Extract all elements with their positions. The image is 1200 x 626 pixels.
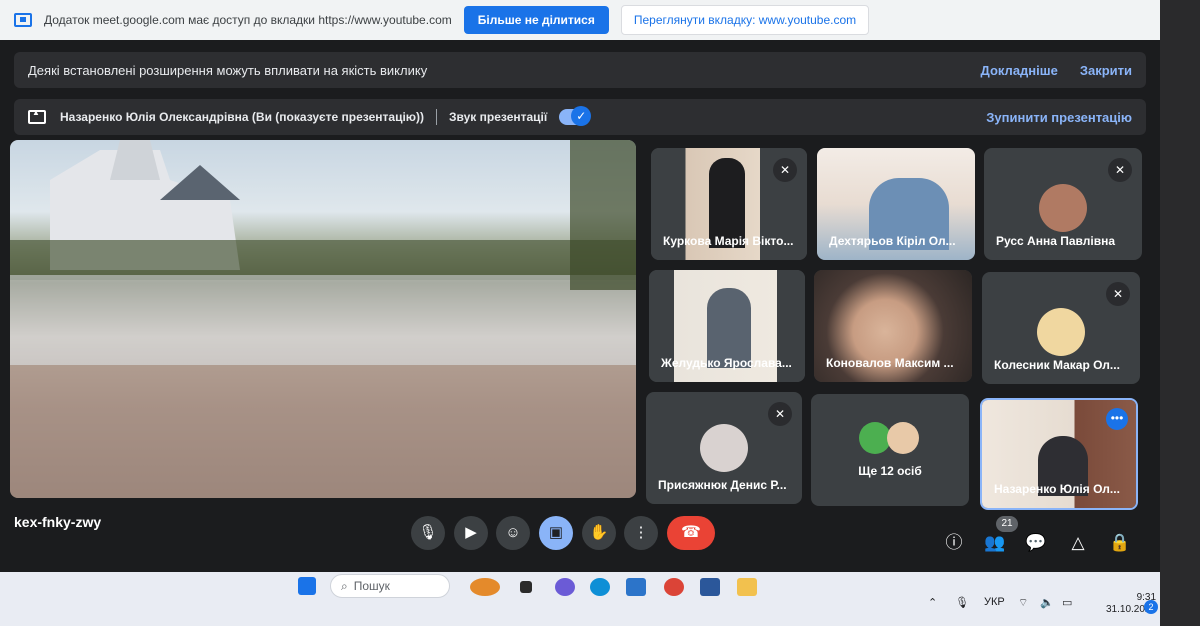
mic-off-icon: ✕ <box>773 158 797 182</box>
hang-up-icon: ☎ <box>681 524 701 541</box>
monitor-bezel <box>1160 0 1200 626</box>
people-icon: 👥 <box>984 533 1006 552</box>
participant-tile[interactable]: ✕ Русс Анна Павлівна <box>984 148 1142 260</box>
search-placeholder: Пошук <box>353 579 390 593</box>
search-icon: ⌕ <box>341 578 348 593</box>
presentation-bar: Назаренко Юлія Олександрівна (Ви (показу… <box>14 99 1146 135</box>
participant-tile[interactable]: Дехтярьов Кіріл Ол... <box>817 148 975 260</box>
mic-off-icon: ✕ <box>1108 158 1132 182</box>
participant-name: Русс Анна Павлівна <box>996 234 1116 248</box>
presented-video <box>10 140 636 498</box>
participant-avatar <box>1037 308 1085 356</box>
word-icon[interactable] <box>700 578 720 596</box>
lock-person-icon: 🔒 <box>1109 533 1131 552</box>
participant-name: Присяжнюк Денис Р... <box>658 478 787 492</box>
more-vert-icon: ⋮ <box>633 524 649 541</box>
details-link[interactable]: Докладніше <box>981 63 1058 78</box>
extensions-warning-banner: Деякі встановлені розширення можуть впли… <box>14 52 1146 88</box>
video-scene <box>10 140 636 498</box>
task-view-icon[interactable] <box>520 581 532 593</box>
activities-icon: △ <box>1071 533 1085 552</box>
emoji-icon: ☺ <box>505 524 521 541</box>
input-language[interactable]: УКР <box>984 596 1005 608</box>
participant-name: Колесник Макар Ол... <box>994 358 1120 372</box>
more-participants-label: Ще 12 осіб <box>858 464 922 478</box>
raise-hand-button[interactable]: ✋ <box>582 516 616 550</box>
microphone-icon: 🎙 <box>418 524 438 541</box>
participant-tile[interactable]: ✕ Присяжнюк Денис Р... <box>646 392 802 504</box>
stop-presenting-button[interactable]: Зупинити презентацію <box>986 110 1132 125</box>
windows-start-icon[interactable] <box>298 577 316 595</box>
participant-name: Дехтярьов Кіріл Ол... <box>829 234 956 248</box>
mic-off-icon: ✕ <box>768 402 792 426</box>
close-banner-button[interactable]: Закрити <box>1080 63 1132 78</box>
participant-tile[interactable]: Коновалов Максим ... <box>814 270 972 382</box>
people-button[interactable]: 👥 <box>983 531 1007 555</box>
info-icon: ⓘ <box>945 533 963 552</box>
participant-avatar <box>700 424 748 472</box>
stop-sharing-button[interactable]: Більше не ділитися <box>463 6 609 34</box>
meeting-info-button[interactable]: ⓘ <box>942 531 966 555</box>
host-controls-button[interactable]: 🔒 <box>1108 531 1132 555</box>
mic-off-icon: ✕ <box>1106 282 1130 306</box>
chat-icon: 💬 <box>1025 533 1047 552</box>
present-screen-icon: ▣ <box>548 524 564 541</box>
tab-sharing-bar: Додаток meet.google.com має доступ до вк… <box>0 0 1160 40</box>
more-options-button[interactable]: ⋮ <box>624 516 658 550</box>
microphone-tray-icon[interactable]: 🎙 <box>955 596 969 609</box>
participant-tile[interactable]: Желудько Ярослава... <box>649 270 805 382</box>
leave-call-button[interactable]: ☎ <box>667 516 715 550</box>
participant-name: Куркова Марія Вікто... <box>663 234 794 248</box>
participant-name: Желудько Ярослава... <box>661 356 792 370</box>
chat-button[interactable]: 💬 <box>1024 531 1048 555</box>
sharing-message: Додаток meet.google.com має доступ до вк… <box>44 13 452 27</box>
self-view-tile[interactable]: ••• Назаренко Юлія Ол... <box>980 398 1138 510</box>
chat-app-icon[interactable] <box>555 578 575 596</box>
presentation-audio-toggle[interactable] <box>559 106 592 126</box>
raise-hand-icon: ✋ <box>589 524 609 541</box>
present-button[interactable]: ▣ <box>539 516 573 550</box>
participant-name: Назаренко Юлія Ол... <box>994 482 1120 496</box>
tab-share-icon <box>14 13 32 27</box>
participant-tile[interactable]: ✕ Куркова Марія Вікто... <box>651 148 807 260</box>
activities-button[interactable]: △ <box>1066 531 1090 555</box>
chrome-icon[interactable] <box>664 578 684 596</box>
widgets-icon[interactable] <box>470 578 500 596</box>
more-participants-tile[interactable]: Ще 12 осіб <box>811 394 969 506</box>
battery-icon[interactable]: ▭ <box>1062 596 1072 609</box>
microphone-button[interactable]: 🎙 <box>411 516 445 550</box>
participant-tile[interactable]: ✕ Колесник Макар Ол... <box>982 272 1140 384</box>
meeting-code: kex-fnky-zwy <box>14 514 102 530</box>
camera-button[interactable]: ▶ <box>454 516 488 550</box>
taskbar-search[interactable]: ⌕ Пошук <box>330 574 450 598</box>
tray-expand-icon[interactable]: ⌃ <box>928 596 937 609</box>
wifi-icon[interactable]: ⌔ <box>1018 596 1028 610</box>
edge-browser-icon[interactable] <box>590 578 610 596</box>
participant-count-badge: 21 <box>996 516 1018 532</box>
reactions-button[interactable]: ☺ <box>496 516 530 550</box>
participant-name: Коновалов Максим ... <box>826 356 954 370</box>
presenter-text: Назаренко Юлія Олександрівна (Ви (показу… <box>60 110 425 124</box>
extensions-warning-text: Деякі встановлені розширення можуть впли… <box>28 62 428 78</box>
notification-badge[interactable]: 2 <box>1144 600 1158 614</box>
presenting-icon <box>28 108 46 124</box>
participant-avatar <box>887 422 919 454</box>
volume-icon[interactable]: 🔈 <box>1040 596 1054 609</box>
camera-icon: ▶ <box>465 524 477 541</box>
more-options-icon[interactable]: ••• <box>1106 408 1128 430</box>
participant-avatar <box>1039 184 1087 232</box>
store-icon[interactable] <box>626 578 646 596</box>
divider <box>436 109 438 125</box>
view-tab-button[interactable]: Переглянути вкладку: www.youtube.com <box>620 5 870 35</box>
file-explorer-icon[interactable] <box>737 578 757 596</box>
presentation-audio-label: Звук презентації <box>449 110 548 124</box>
